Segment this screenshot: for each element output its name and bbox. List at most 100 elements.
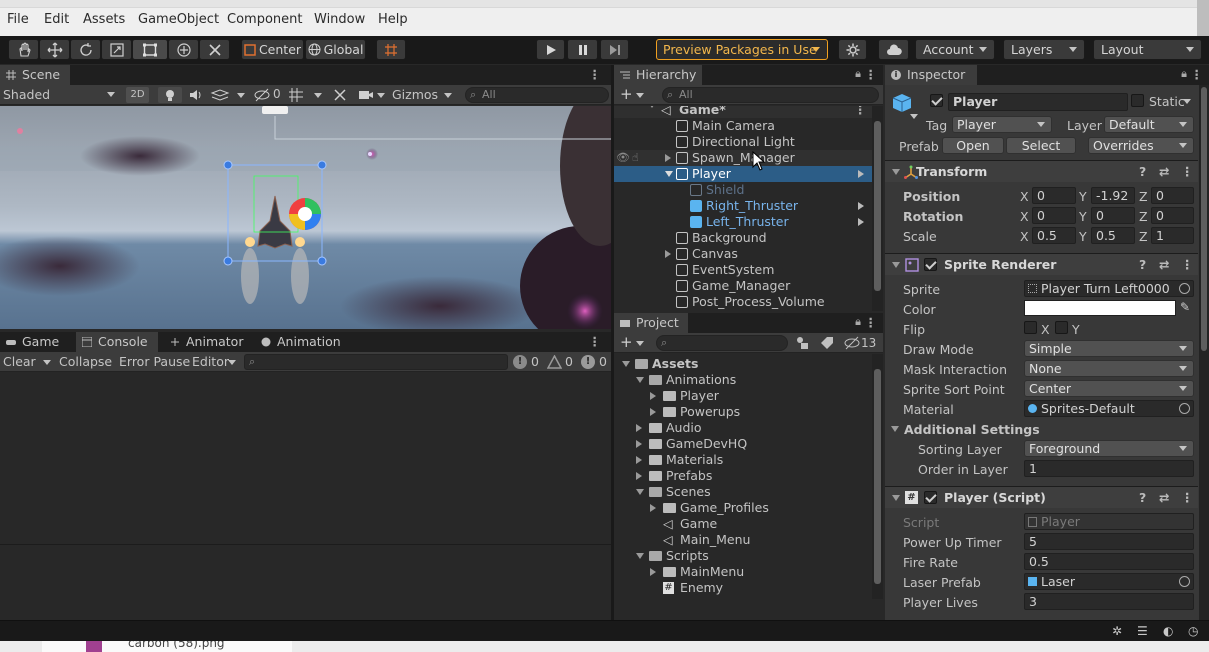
cache-server-icon[interactable]: ☰ <box>1137 624 1148 638</box>
component-menu-icon[interactable]: ⋮ <box>1181 161 1194 182</box>
pickable-hand-icon[interactable]: ☝︎ <box>632 150 639 166</box>
preview-packages-dropdown[interactable]: Preview Packages in Use <box>656 39 828 60</box>
grid-snap-button[interactable] <box>376 39 406 60</box>
scale-x-axis-label[interactable]: X <box>1020 229 1029 244</box>
hidden-packages-toggle[interactable]: 13 <box>844 334 880 352</box>
project-item[interactable]: Game_Profiles <box>614 500 872 516</box>
help-icon[interactable]: ? <box>1139 161 1146 182</box>
rotation-x-axis-label[interactable]: X <box>1020 209 1029 224</box>
color-field[interactable] <box>1024 300 1176 316</box>
transform-tool-button[interactable] <box>168 39 199 60</box>
account-dropdown[interactable]: Account <box>915 39 995 60</box>
lock-icon[interactable]: 🔒︎ <box>855 67 861 81</box>
project-search-input[interactable]: ⌕ <box>656 335 788 351</box>
laser-prefab-field[interactable]: Laser <box>1024 573 1194 590</box>
hierarchy-item[interactable]: Spawn_Manager 👁︎ ☝︎ <box>614 150 872 166</box>
console-log-list[interactable] <box>0 373 611 545</box>
editor-dropdown[interactable]: Editor <box>192 354 238 370</box>
collapse-toggle[interactable]: Collapse <box>59 354 112 370</box>
player-script-enabled-checkbox[interactable] <box>924 491 937 504</box>
hierarchy-item[interactable]: Shield <box>614 182 872 198</box>
custom-tool-button[interactable] <box>199 39 230 60</box>
scale-z-field[interactable]: 1 <box>1151 227 1194 244</box>
scrollbar-thumb[interactable] <box>1201 87 1207 351</box>
preset-icon[interactable]: ⇄ <box>1159 161 1169 182</box>
hierarchy-search-input[interactable]: ⌕ All <box>662 87 879 103</box>
scale-y-field[interactable]: 0.5 <box>1091 227 1135 244</box>
prefab-select-button[interactable]: Select <box>1006 137 1076 154</box>
scene-root-row[interactable]: ◁ Game* ⋮ <box>614 106 872 118</box>
warning-toggle[interactable]: 0 <box>547 354 577 370</box>
scale-y-axis-label[interactable]: Y <box>1079 229 1087 244</box>
sprite-renderer-header[interactable]: Sprite Renderer ? ⇄ ⋮ <box>885 253 1198 275</box>
tab-scene[interactable]: Scene <box>0 65 70 85</box>
hierarchy-item[interactable]: Post_Process_Volume <box>614 294 872 310</box>
create-dropdown[interactable]: + <box>620 86 648 104</box>
sprite-field[interactable]: Player Turn Left0000 <box>1024 280 1194 297</box>
play-button[interactable] <box>536 39 565 60</box>
console-detail-area[interactable] <box>0 546 611 620</box>
rect-tool-button[interactable] <box>132 39 168 60</box>
hierarchy-item[interactable]: Main Camera <box>614 118 872 134</box>
create-dropdown[interactable]: + <box>620 334 648 352</box>
open-prefab-arrow-icon[interactable] <box>858 170 864 178</box>
visibility-eye-icon[interactable]: 👁︎ <box>616 150 630 166</box>
scene-menu-icon[interactable]: ⋮ <box>854 106 867 118</box>
project-item[interactable]: # Enemy <box>614 580 872 596</box>
menu-help[interactable]: Help <box>378 12 408 27</box>
active-checkbox[interactable] <box>930 94 943 107</box>
layers-dropdown[interactable]: Layers <box>1003 39 1085 60</box>
collapsed-arrow-icon[interactable] <box>650 568 656 576</box>
collapsed-arrow-icon[interactable] <box>636 440 642 448</box>
object-name-field[interactable]: Player <box>948 93 1128 111</box>
fire-rate-field[interactable]: 0.5 <box>1024 553 1194 570</box>
project-item[interactable]: Scenes <box>614 484 872 500</box>
prefab-overrides-dropdown[interactable]: Overrides <box>1088 137 1194 154</box>
sprite-renderer-enabled-checkbox[interactable] <box>924 258 937 271</box>
collapsed-arrow-icon[interactable] <box>636 472 642 480</box>
collapse-arrow-icon[interactable] <box>891 426 899 432</box>
rotate-tool-button[interactable] <box>70 39 101 60</box>
menu-edit[interactable]: Edit <box>44 12 69 27</box>
project-menu-icon[interactable]: ⋮ <box>865 315 878 330</box>
project-item[interactable]: ◁ Main_Menu <box>614 532 872 548</box>
tab-console[interactable]: Console <box>76 332 158 352</box>
menu-gameobject[interactable]: GameObject <box>138 12 219 27</box>
object-picker-icon[interactable] <box>1179 403 1190 414</box>
expand-arrow-icon[interactable] <box>665 171 673 177</box>
project-item[interactable]: Powerups <box>614 404 872 420</box>
space-global-button[interactable]: Global <box>305 39 366 60</box>
sprite-sort-point-dropdown[interactable]: Center <box>1024 380 1194 397</box>
hierarchy-item[interactable]: Game_Manager <box>614 278 872 294</box>
flip-x-checkbox[interactable] <box>1024 321 1037 334</box>
scale-tool-button[interactable] <box>101 39 132 60</box>
open-prefab-arrow-icon[interactable] <box>858 202 864 210</box>
tag-dropdown[interactable]: Player <box>952 116 1052 133</box>
menu-component[interactable]: Component <box>227 12 302 27</box>
additional-settings-foldout[interactable]: Additional Settings <box>904 422 1040 437</box>
project-item[interactable]: Prefabs <box>614 468 872 484</box>
hierarchy-item[interactable]: Background <box>614 230 872 246</box>
grid-dropdown[interactable] <box>288 87 326 103</box>
player-lives-field[interactable]: 3 <box>1024 593 1194 610</box>
layout-dropdown[interactable]: Layout <box>1093 39 1202 60</box>
error-toggle[interactable]: ! 0 <box>581 354 611 370</box>
pivot-center-button[interactable]: Center <box>241 39 304 60</box>
component-menu-icon[interactable]: ⋮ <box>1181 487 1194 508</box>
menu-assets[interactable]: Assets <box>83 12 125 27</box>
services-button[interactable] <box>838 39 867 60</box>
material-field[interactable]: Sprites-Default <box>1024 400 1194 417</box>
static-checkbox[interactable] <box>1131 94 1144 107</box>
project-item[interactable]: Assets <box>614 356 872 372</box>
project-item[interactable]: ◁ Game <box>614 516 872 532</box>
hand-tool-button[interactable] <box>8 39 39 60</box>
project-item[interactable]: GameDevHQ <box>614 436 872 452</box>
rotation-x-field[interactable]: 0 <box>1032 207 1076 224</box>
eyedropper-icon[interactable]: ✎ <box>1180 300 1190 314</box>
hierarchy-item[interactable]: EventSystem <box>614 262 872 278</box>
position-z-field[interactable]: 0 <box>1151 187 1194 204</box>
hidden-objects-toggle[interactable]: 0 <box>253 87 283 103</box>
hierarchy-scrollbar[interactable] <box>872 106 883 311</box>
inspector-scrollbar[interactable] <box>1199 85 1209 620</box>
component-menu-icon[interactable]: ⋮ <box>1181 254 1194 275</box>
